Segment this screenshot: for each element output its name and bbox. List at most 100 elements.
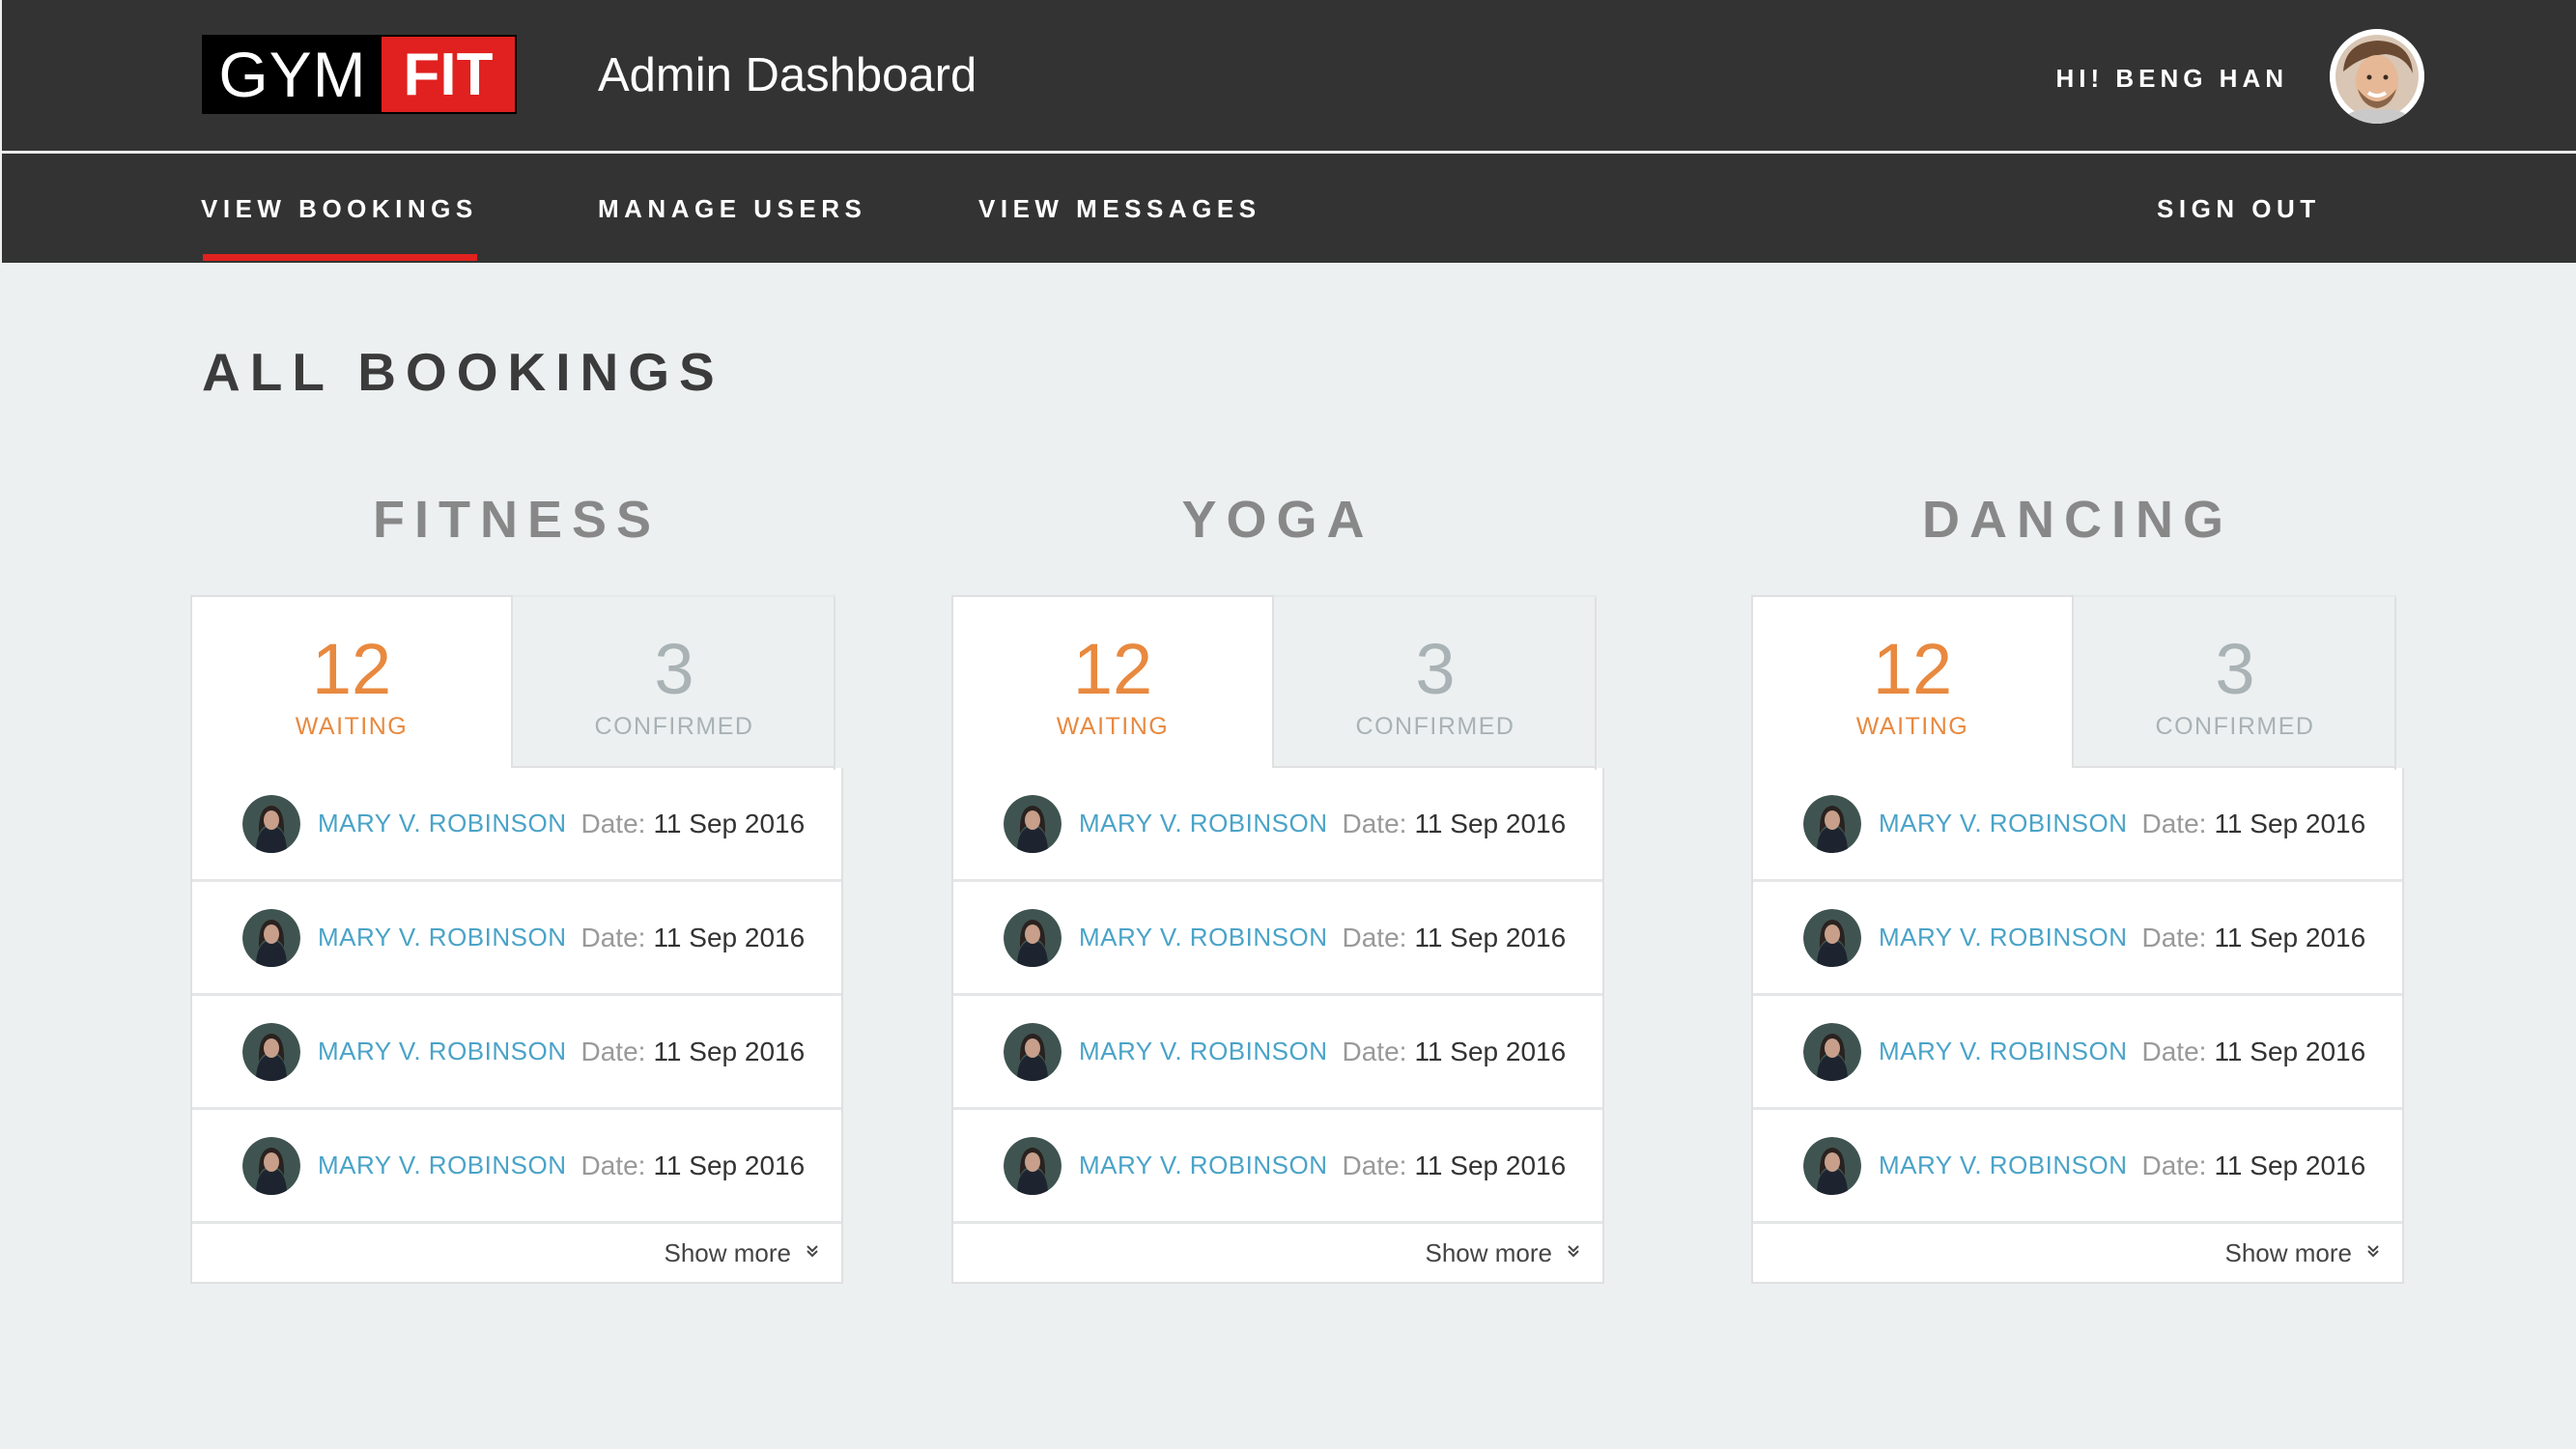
double-chevron-down-icon: [2365, 1242, 2381, 1264]
booking-row[interactable]: MARY V. ROBINSON Date: 11 Sep 2016: [953, 882, 1602, 996]
booker-name-link[interactable]: MARY V. ROBINSON: [318, 809, 567, 838]
bookings-column-dancing: DANCING 12 WAITING 3 CONFIRMED MARY V. R…: [1751, 473, 2408, 1284]
show-more-label: Show more: [2224, 1237, 2353, 1267]
booking-row[interactable]: MARY V. ROBINSON Date: 11 Sep 2016: [192, 1110, 841, 1224]
confirmed-label: CONFIRMED: [1355, 713, 1515, 740]
booking-date: 11 Sep 2016: [2214, 922, 2366, 952]
booking-date: 11 Sep 2016: [653, 808, 806, 838]
booking-date: 11 Sep 2016: [1414, 1150, 1567, 1180]
booker-avatar-icon: [242, 908, 300, 967]
booking-date: 11 Sep 2016: [653, 922, 806, 952]
show-more-button[interactable]: Show more: [953, 1224, 1602, 1282]
tab-waiting[interactable]: 12 WAITING: [1751, 595, 2074, 768]
confirmed-count: 3: [1415, 629, 1456, 709]
show-more-button[interactable]: Show more: [1753, 1224, 2402, 1282]
column-title: YOGA: [1181, 491, 1374, 549]
booking-row[interactable]: MARY V. ROBINSON Date: 11 Sep 2016: [1753, 996, 2402, 1110]
date-label: Date:: [580, 1036, 646, 1066]
waiting-count: 12: [311, 629, 392, 709]
date-label: Date:: [580, 922, 646, 952]
booker-name-link[interactable]: MARY V. ROBINSON: [1879, 923, 2128, 952]
booking-date: 11 Sep 2016: [2214, 1036, 2366, 1066]
date-label: Date:: [1342, 1150, 1407, 1180]
booking-row[interactable]: MARY V. ROBINSON Date: 11 Sep 2016: [192, 768, 841, 882]
date-label: Date:: [580, 808, 646, 838]
nav-view-messages[interactable]: VIEW MESSAGES: [978, 194, 1261, 224]
confirmed-label: CONFIRMED: [594, 713, 754, 740]
booking-row[interactable]: MARY V. ROBINSON Date: 11 Sep 2016: [1753, 768, 2402, 882]
show-more-button[interactable]: Show more: [192, 1224, 841, 1282]
booker-avatar-icon: [1803, 908, 1861, 967]
column-title: FITNESS: [372, 491, 662, 549]
booking-date: 11 Sep 2016: [1414, 922, 1567, 952]
booking-list: MARY V. ROBINSON Date: 11 Sep 2016 MARY V. …: [951, 768, 1604, 1284]
bookings-card: 12 WAITING 3 CONFIRMED MARY V. ROBINSON D…: [190, 595, 843, 1284]
column-title: DANCING: [1922, 491, 2233, 549]
booking-row[interactable]: MARY V. ROBINSON Date: 11 Sep 2016: [192, 882, 841, 996]
bookings-column-yoga: YOGA 12 WAITING 3 CONFIRMED MARY V. ROBI…: [951, 473, 1608, 1284]
confirmed-count: 3: [2215, 629, 2255, 709]
logo-gym-text: GYM: [204, 37, 382, 112]
bookings-card: 12 WAITING 3 CONFIRMED MARY V. ROBINSON D…: [951, 595, 1604, 1284]
booker-avatar-icon: [1803, 794, 1861, 853]
nav-manage-users[interactable]: MANAGE USERS: [598, 194, 866, 224]
booker-name-link[interactable]: MARY V. ROBINSON: [1079, 923, 1328, 952]
tab-confirmed[interactable]: 3 CONFIRMED: [2074, 595, 2396, 770]
show-more-label: Show more: [664, 1237, 792, 1267]
date-label: Date:: [2141, 808, 2207, 838]
user-avatar-photo-icon: [2330, 29, 2424, 124]
tab-confirmed[interactable]: 3 CONFIRMED: [513, 595, 835, 770]
tab-waiting[interactable]: 12 WAITING: [190, 595, 513, 768]
gymfit-logo[interactable]: GYM FIT: [202, 35, 517, 114]
booking-row[interactable]: MARY V. ROBINSON Date: 11 Sep 2016: [1753, 1110, 2402, 1224]
date-label: Date:: [2141, 1036, 2207, 1066]
booker-avatar-icon: [242, 1136, 300, 1195]
booking-row[interactable]: MARY V. ROBINSON Date: 11 Sep 2016: [1753, 882, 2402, 996]
tab-confirmed[interactable]: 3 CONFIRMED: [1274, 595, 1597, 770]
booking-row[interactable]: MARY V. ROBINSON Date: 11 Sep 2016: [192, 996, 841, 1110]
booker-name-link[interactable]: MARY V. ROBINSON: [318, 1151, 567, 1180]
bookings-column-fitness: FITNESS 12 WAITING 3 CONFIRMED MARY V. R…: [190, 473, 847, 1284]
booking-list: MARY V. ROBINSON Date: 11 Sep 2016 MARY V. …: [1751, 768, 2404, 1284]
logo-fit-text: FIT: [382, 37, 515, 112]
booker-avatar-icon: [1004, 1136, 1062, 1195]
booking-row[interactable]: MARY V. ROBINSON Date: 11 Sep 2016: [953, 768, 1602, 882]
booker-name-link[interactable]: MARY V. ROBINSON: [1079, 809, 1328, 838]
tab-waiting[interactable]: 12 WAITING: [951, 595, 1274, 768]
waiting-count: 12: [1072, 629, 1153, 709]
double-chevron-down-icon: [1566, 1242, 1581, 1264]
booking-list: MARY V. ROBINSON Date: 11 Sep 2016 MARY V. …: [190, 768, 843, 1284]
booker-name-link[interactable]: MARY V. ROBINSON: [1079, 1037, 1328, 1066]
booking-row[interactable]: MARY V. ROBINSON Date: 11 Sep 2016: [953, 996, 1602, 1110]
top-header: GYM FIT Admin Dashboard HI! BENG HAN: [2, 0, 2576, 154]
nav-view-bookings[interactable]: VIEW BOOKINGS: [201, 194, 478, 224]
waiting-label: WAITING: [295, 713, 409, 740]
booker-name-link[interactable]: MARY V. ROBINSON: [318, 923, 567, 952]
confirmed-count: 3: [654, 629, 694, 709]
booker-name-link[interactable]: MARY V. ROBINSON: [318, 1037, 567, 1066]
date-label: Date:: [1342, 922, 1407, 952]
booker-name-link[interactable]: MARY V. ROBINSON: [1879, 1037, 2128, 1066]
booker-avatar-icon: [1004, 794, 1062, 853]
booking-date: 11 Sep 2016: [2214, 1150, 2366, 1180]
booker-avatar-icon: [1004, 1022, 1062, 1081]
booking-date: 11 Sep 2016: [653, 1150, 806, 1180]
user-avatar[interactable]: [2330, 29, 2424, 124]
date-label: Date:: [2141, 1150, 2207, 1180]
waiting-count: 12: [1872, 629, 1953, 709]
booker-avatar-icon: [1004, 908, 1062, 967]
user-greeting: HI! BENG HAN: [2055, 64, 2288, 93]
waiting-label: WAITING: [1056, 713, 1170, 740]
double-chevron-down-icon: [805, 1242, 820, 1264]
booker-name-link[interactable]: MARY V. ROBINSON: [1079, 1151, 1328, 1180]
status-tabs: 12 WAITING 3 CONFIRMED: [190, 595, 843, 770]
booking-row[interactable]: MARY V. ROBINSON Date: 11 Sep 2016: [953, 1110, 1602, 1224]
booker-avatar-icon: [1803, 1022, 1861, 1081]
booker-name-link[interactable]: MARY V. ROBINSON: [1879, 1151, 2128, 1180]
main-nav: VIEW BOOKINGS MANAGE USERS VIEW MESSAGES…: [2, 154, 2576, 263]
status-tabs: 12 WAITING 3 CONFIRMED: [951, 595, 1604, 770]
bookings-card: 12 WAITING 3 CONFIRMED MARY V. ROBINSON D…: [1751, 595, 2404, 1284]
active-nav-indicator: [203, 254, 477, 261]
sign-out-link[interactable]: SIGN OUT: [2157, 194, 2321, 224]
booker-name-link[interactable]: MARY V. ROBINSON: [1879, 809, 2128, 838]
